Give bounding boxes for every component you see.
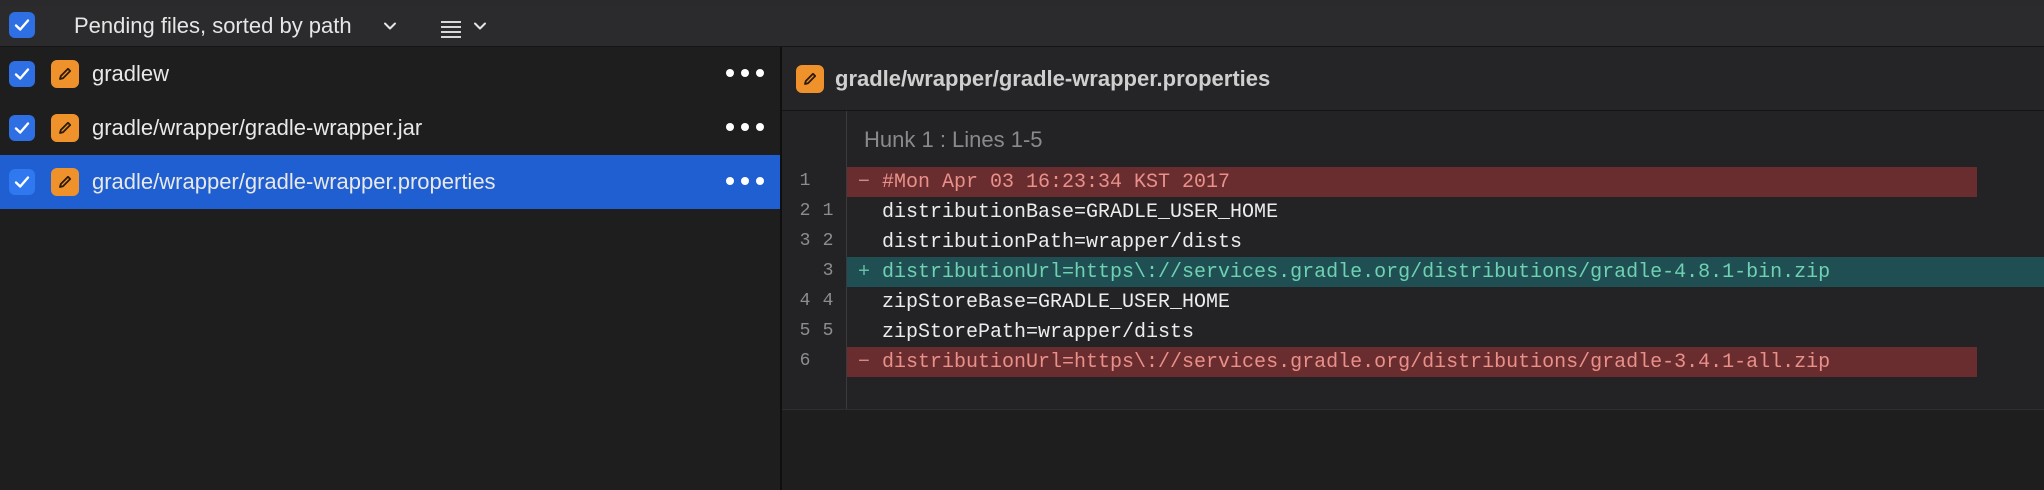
code-text: distributionBase=GRADLE_USER_HOME bbox=[882, 201, 1279, 224]
diff-viewer: gradle/wrapper/gradle-wrapper.properties… bbox=[782, 47, 2044, 490]
diff-line-removed[interactable]: 6 − distributionUrl=https\://services.gr… bbox=[782, 347, 2044, 377]
modified-status-badge bbox=[51, 114, 79, 142]
file-row[interactable]: gradlew bbox=[0, 47, 780, 101]
diff-file-title: gradle/wrapper/gradle-wrapper.properties bbox=[835, 66, 1271, 91]
diff-line-added[interactable]: 3 + distributionUrl=https\://services.gr… bbox=[782, 257, 2044, 287]
pencil-icon bbox=[804, 72, 817, 85]
checkmark-icon bbox=[14, 122, 30, 134]
file-name: gradle/wrapper/gradle-wrapper.jar bbox=[92, 115, 423, 140]
diff-line-context[interactable]: 4 4 zipStoreBase=GRADLE_USER_HOME bbox=[782, 287, 2044, 317]
pencil-icon bbox=[59, 175, 72, 188]
code-text: distributionUrl=https\://services.gradle… bbox=[882, 261, 1831, 284]
new-line-number: 1 bbox=[822, 201, 834, 221]
diff-line-context[interactable]: 5 5 zipStorePath=wrapper/dists bbox=[782, 317, 2044, 347]
code-text: distributionPath=wrapper/dists bbox=[882, 231, 1243, 254]
file-row-selected[interactable]: gradle/wrapper/gradle-wrapper.properties bbox=[0, 155, 780, 209]
file-list-toolbar: Pending files, sorted by path bbox=[0, 6, 2044, 47]
new-line-number: 5 bbox=[822, 321, 834, 341]
modified-status-badge bbox=[51, 60, 79, 88]
file-checkbox[interactable] bbox=[9, 115, 35, 141]
file-checkbox[interactable] bbox=[9, 169, 35, 195]
file-name: gradlew bbox=[92, 61, 170, 86]
modified-status-badge bbox=[51, 168, 79, 196]
diff-line-context[interactable]: 3 2 distributionPath=wrapper/dists bbox=[782, 227, 2044, 257]
file-row[interactable]: gradle/wrapper/gradle-wrapper.jar bbox=[0, 101, 780, 155]
code-text: zipStoreBase=GRADLE_USER_HOME bbox=[882, 291, 1231, 314]
diff-line-removed[interactable]: 1 − #Mon Apr 03 16:23:34 KST 2017 bbox=[782, 167, 2044, 197]
file-name: gradle/wrapper/gradle-wrapper.properties bbox=[92, 169, 496, 194]
file-checkbox[interactable] bbox=[9, 61, 35, 87]
new-line-number: 2 bbox=[822, 231, 834, 251]
diff-hunk: Hunk 1 : Lines 1-5 1 − #Mon Apr 03 16:23… bbox=[782, 111, 2044, 410]
more-options-button[interactable] bbox=[726, 115, 764, 139]
code-text: #Mon Apr 03 16:23:34 KST 2017 bbox=[882, 171, 1231, 194]
select-all-checkbox[interactable] bbox=[9, 12, 35, 38]
diff-line-context[interactable]: 2 1 distributionBase=GRADLE_USER_HOME bbox=[782, 197, 2044, 227]
new-line-number: 4 bbox=[822, 291, 834, 311]
chevron-down-icon[interactable] bbox=[472, 18, 488, 34]
sort-menu-label[interactable]: Pending files, sorted by path bbox=[74, 13, 352, 39]
code-text: distributionUrl=https\://services.gradle… bbox=[882, 351, 1831, 374]
more-options-button[interactable] bbox=[726, 169, 764, 193]
code-text: zipStorePath=wrapper/dists bbox=[882, 321, 1195, 344]
old-line-number: 1 bbox=[799, 171, 811, 191]
checkmark-icon bbox=[14, 176, 30, 188]
checkmark-icon bbox=[14, 68, 30, 80]
pencil-icon bbox=[59, 67, 72, 80]
hunk-title[interactable]: Hunk 1 : Lines 1-5 bbox=[864, 127, 1043, 153]
list-view-icon[interactable] bbox=[440, 19, 462, 39]
pending-files-list: gradlew gradle/wrapper/gradle-wrapper.ja… bbox=[0, 47, 782, 490]
checkmark-icon bbox=[14, 19, 30, 31]
modified-status-badge bbox=[796, 65, 824, 93]
new-line-number: 3 bbox=[822, 261, 834, 281]
pencil-icon bbox=[59, 121, 72, 134]
diff-marker: − bbox=[857, 351, 870, 374]
more-options-button[interactable] bbox=[726, 61, 764, 85]
diff-marker: + bbox=[857, 261, 870, 284]
old-line-number: 6 bbox=[799, 351, 811, 371]
diff-file-header: gradle/wrapper/gradle-wrapper.properties bbox=[782, 47, 2044, 111]
chevron-down-icon[interactable] bbox=[382, 18, 398, 34]
diff-marker: − bbox=[857, 171, 870, 194]
